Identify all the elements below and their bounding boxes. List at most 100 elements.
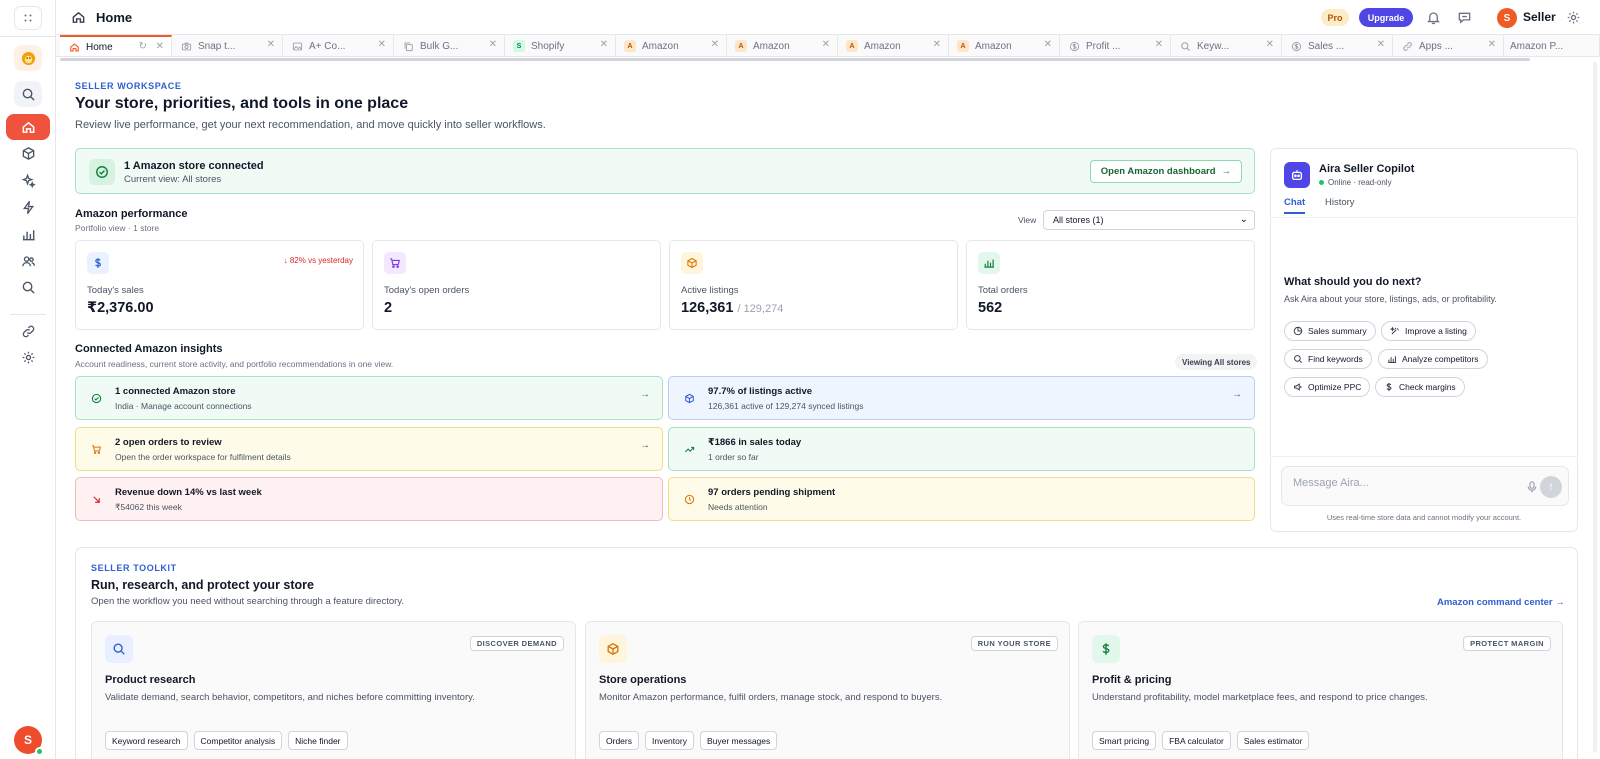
close-icon[interactable]: ✕ [1377, 39, 1385, 50]
tab-amazon-4[interactable]: A Amazon ✕ [949, 35, 1060, 56]
close-icon[interactable]: ✕ [822, 39, 830, 50]
close-icon[interactable]: ✕ [489, 39, 497, 50]
tab-sales[interactable]: Sales ... ✕ [1282, 35, 1393, 56]
tab-home[interactable]: Home ↻ ✕ [60, 35, 172, 56]
tool-chip[interactable]: Sales estimator [1236, 731, 1310, 750]
insight-sales-today[interactable]: ₹1866 in sales today 1 order so far [668, 427, 1255, 471]
seller-avatar[interactable]: S [1497, 8, 1517, 28]
seller-name[interactable]: Seller [1523, 10, 1556, 24]
kpi-card-sales[interactable]: ↓ 82% vs yesterday Today's sales ₹2,376.… [75, 240, 364, 330]
chat-messages-icon[interactable] [1457, 10, 1472, 25]
tab-home-icon [68, 41, 80, 53]
tab-apps[interactable]: Apps ... ✕ [1393, 35, 1504, 56]
tool-chip[interactable]: Competitor analysis [193, 731, 283, 750]
chip-sales-summary[interactable]: Sales summary [1284, 321, 1376, 341]
amazon-command-center-link[interactable]: Amazon command center → [1437, 597, 1565, 608]
close-icon[interactable]: ✕ [1155, 39, 1163, 50]
insight-connected-store[interactable]: 1 connected Amazon store India · Manage … [75, 376, 663, 420]
tool-chip[interactable]: Buyer messages [699, 731, 778, 750]
close-icon[interactable]: ✕ [711, 39, 719, 50]
insight-pending-shipment[interactable]: 97 orders pending shipment Needs attenti… [668, 477, 1255, 521]
magic-wand-icon [1390, 326, 1399, 335]
chip-check-margins[interactable]: Check margins [1375, 377, 1465, 397]
rail-analytics-icon[interactable] [14, 221, 42, 247]
tool-chip[interactable]: FBA calculator [1162, 731, 1231, 750]
close-icon[interactable]: ✕ [600, 39, 608, 50]
message-input[interactable]: Message Aira... ↑ [1281, 466, 1569, 506]
tool-chip[interactable]: Inventory [644, 731, 694, 750]
cart-icon [89, 442, 104, 457]
tool-card-profit-pricing[interactable]: PROTECT MARGIN Profit & pricing Understa… [1078, 621, 1563, 759]
tool-card-product-research[interactable]: DISCOVER DEMAND Product research Validat… [91, 621, 576, 759]
kpi-card-active-listings[interactable]: Active listings 126,361 / 129,274 [669, 240, 958, 330]
sales-delta: ↓ 82% vs yesterday [283, 256, 353, 265]
tab-chat[interactable]: Chat [1284, 197, 1306, 214]
rail-users-icon[interactable] [14, 248, 42, 274]
page-vertical-scrollbar[interactable] [1593, 62, 1597, 752]
rail-settings-icon[interactable] [14, 344, 42, 370]
copilot-question-sub: Ask Aira about your store, listings, ads… [1284, 294, 1497, 304]
tool-chip[interactable]: Niche finder [288, 731, 348, 750]
store-view-select[interactable]: All stores (1) ⌄ [1043, 210, 1255, 230]
close-icon[interactable]: ✕ [267, 39, 275, 50]
rail-search-icon[interactable] [14, 81, 42, 107]
tab-amazon-ppc[interactable]: Amazon P... [1504, 35, 1600, 56]
brand-mascot-icon[interactable] [14, 45, 42, 71]
upgrade-button[interactable]: Upgrade [1359, 8, 1413, 27]
close-icon[interactable]: ✕ [1266, 39, 1274, 50]
plan-badge: Pro [1321, 9, 1349, 26]
tool-card-store-operations[interactable]: RUN YOUR STORE Store operations Monitor … [585, 621, 1070, 759]
tab-snap[interactable]: Snap t... ✕ [172, 35, 283, 56]
insight-open-orders[interactable]: 2 open orders to review Open the order w… [75, 427, 663, 471]
insight-title: ₹1866 in sales today [708, 437, 802, 448]
tool-chip[interactable]: Keyword research [105, 731, 188, 750]
tab-history[interactable]: History [1325, 197, 1355, 208]
send-arrow-icon[interactable]: ↑ [1540, 476, 1562, 498]
open-amazon-dashboard-button[interactable]: Open Amazon dashboard → [1089, 160, 1242, 183]
refresh-icon[interactable]: ↻ [139, 41, 147, 52]
close-icon[interactable]: ✕ [933, 39, 941, 50]
tool-chip-row: Keyword research Competitor analysis Nic… [105, 731, 348, 750]
tool-chip[interactable]: Smart pricing [1092, 731, 1157, 750]
tab-bulk-generator[interactable]: Bulk G... ✕ [394, 35, 505, 56]
rail-products-icon[interactable] [14, 140, 42, 166]
notifications-bell-icon[interactable] [1426, 10, 1441, 25]
store-view-value: All stores (1) [1053, 215, 1104, 225]
tab-amazon-2[interactable]: A Amazon ✕ [727, 35, 838, 56]
chip-optimize-ppc[interactable]: Optimize PPC [1284, 377, 1371, 397]
kpi-card-open-orders[interactable]: Today's open orders 2 [372, 240, 661, 330]
rail-home-icon[interactable] [6, 114, 50, 140]
expand-menu-icon[interactable] [14, 6, 42, 30]
tab-profit[interactable]: Profit ... ✕ [1060, 35, 1171, 56]
close-icon[interactable]: ✕ [1044, 39, 1052, 50]
user-avatar[interactable]: S [14, 726, 44, 756]
tool-chip[interactable]: Orders [599, 731, 639, 750]
tabs-horizontal-scrollbar[interactable] [60, 58, 1530, 61]
tab-label: Amazon [864, 40, 901, 52]
performance-title: Amazon performance [75, 208, 188, 220]
page-title: Home [96, 10, 133, 25]
tab-a-plus-content[interactable]: A+ Co... ✕ [283, 35, 394, 56]
insight-revenue-down[interactable]: Revenue down 14% vs last week ₹54062 thi… [75, 477, 663, 521]
amazon-icon: A [624, 40, 636, 52]
microphone-icon[interactable] [1527, 481, 1537, 493]
chip-improve-listing[interactable]: Improve a listing [1381, 321, 1476, 341]
listings-total-value: / 129,274 [737, 303, 784, 315]
chip-find-keywords[interactable]: Find keywords [1284, 349, 1372, 369]
close-icon[interactable]: ✕ [156, 41, 164, 52]
rail-integrations-icon[interactable] [14, 318, 42, 344]
arrow-right-icon: → [640, 389, 650, 400]
kpi-card-total-orders[interactable]: Total orders 562 [966, 240, 1255, 330]
rail-research-icon[interactable] [14, 274, 42, 300]
rail-automation-icon[interactable] [14, 194, 42, 220]
tab-amazon-3[interactable]: A Amazon ✕ [838, 35, 949, 56]
rail-ai-sparkle-icon[interactable] [14, 167, 42, 193]
close-icon[interactable]: ✕ [1488, 39, 1496, 50]
settings-gear-icon[interactable] [1566, 10, 1581, 25]
chip-analyze-competitors[interactable]: Analyze competitors [1378, 349, 1488, 369]
tab-amazon-1[interactable]: A Amazon ✕ [616, 35, 727, 56]
close-icon[interactable]: ✕ [378, 39, 386, 50]
insight-listings-active[interactable]: 97.7% of listings active 126,361 active … [668, 376, 1255, 420]
tab-keywords[interactable]: Keyw... ✕ [1171, 35, 1282, 56]
tab-shopify[interactable]: S Shopify ✕ [505, 35, 616, 56]
